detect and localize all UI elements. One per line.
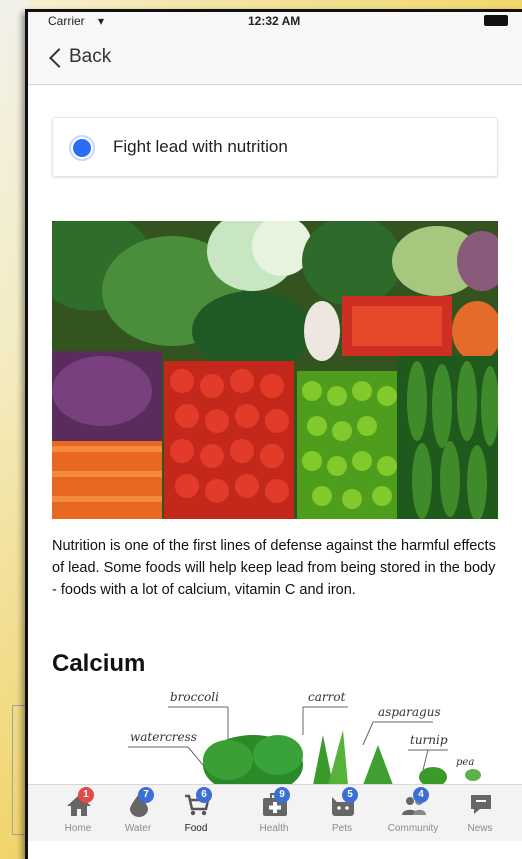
status-time: 12:32 AM <box>248 14 301 28</box>
phone-screen: Carrier ▾ 12:32 AM Back Fight lead with … <box>25 9 522 859</box>
intro-paragraph: Nutrition is one of the first lines of d… <box>52 538 496 598</box>
label-broccoli: broccoli <box>170 690 219 704</box>
badge-home: 1 <box>78 787 94 803</box>
badge-food: 6 <box>196 787 212 803</box>
tab-label-community: Community <box>387 823 439 834</box>
tab-bar: 1 Home 7 Water 6 Food 9 Health 5 Pets 4 … <box>28 784 522 841</box>
badge-water: 7 <box>138 787 154 803</box>
wifi-icon: ▾ <box>98 14 105 28</box>
tab-label-pets: Pets <box>331 823 352 834</box>
tab-food[interactable]: 6 Food <box>166 785 226 841</box>
radio-button[interactable] <box>69 135 95 161</box>
vegetables-photo <box>52 221 498 519</box>
tab-label-health: Health <box>259 823 289 834</box>
nutrition-option-card[interactable]: Fight lead with nutrition <box>52 117 498 177</box>
bottom-strip <box>28 841 522 859</box>
navigation-bar: Back <box>28 32 522 85</box>
carrier-label: Carrier <box>48 14 85 28</box>
tab-news[interactable]: News <box>450 785 510 841</box>
label-turnip: turnip <box>410 733 448 747</box>
label-pea: pea <box>456 757 475 768</box>
label-asparagus: asparagus <box>378 705 441 719</box>
content-scroll[interactable]: Fight lead with nutrition Nutrition is o… <box>28 85 522 795</box>
chevron-left-icon <box>49 47 69 68</box>
tab-health[interactable]: 9 Health <box>244 785 304 841</box>
back-button[interactable]: Back <box>49 46 112 68</box>
tab-home[interactable]: 1 Home <box>48 785 108 841</box>
calcium-foods-illustration: broccoli carrot asparagus watercress tur… <box>78 690 498 795</box>
chat-bubble-icon <box>468 793 494 817</box>
section-title-calcium: Calcium <box>52 650 146 677</box>
label-carrot: carrot <box>308 690 346 704</box>
tab-pets[interactable]: 5 Pets <box>312 785 372 841</box>
badge-health: 9 <box>274 787 290 803</box>
status-bar: Carrier ▾ 12:32 AM <box>28 12 522 32</box>
badge-community: 4 <box>413 787 429 803</box>
label-watercress: watercress <box>130 730 197 744</box>
tab-water[interactable]: 7 Water <box>108 785 168 841</box>
battery-icon <box>484 15 508 26</box>
tab-community[interactable]: 4 Community <box>383 785 443 841</box>
tab-label-food: Food <box>184 823 208 834</box>
back-label: Back <box>69 46 112 67</box>
badge-pets: 5 <box>342 787 358 803</box>
tab-label-home: Home <box>64 823 92 834</box>
tab-label-news: News <box>467 823 493 834</box>
option-label: Fight lead with nutrition <box>113 137 288 156</box>
tab-label-water: Water <box>124 823 152 834</box>
